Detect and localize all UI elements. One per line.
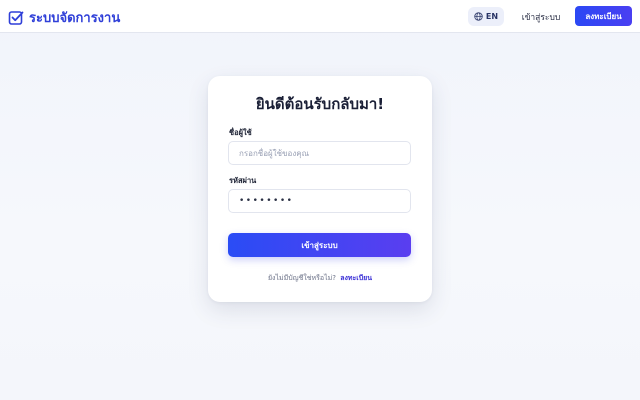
password-value: •••••••• — [239, 196, 294, 206]
page-title: ยินดีต้อนรับกลับมา! — [255, 95, 385, 113]
language-toggle-button[interactable]: EN — [468, 7, 504, 26]
signup-row: ยังไม่มีบัญชีใช่หรือไม่? ลงทะเบียน — [208, 273, 432, 284]
brand[interactable]: ระบบจัดการงาน — [8, 7, 120, 28]
password-label: รหัสผ่าน — [229, 176, 257, 185]
username-field[interactable]: กรอกชื่อผู้ใช้ของคุณ — [228, 141, 411, 165]
checkbox-icon — [8, 10, 24, 26]
globe-icon — [474, 12, 483, 21]
language-label: EN — [485, 12, 499, 21]
signup-link[interactable]: ลงทะเบียน — [340, 274, 372, 282]
top-navbar: ระบบจัดการงาน EN เข้าสู่ระบบ ลงทะเบียน — [0, 0, 640, 33]
username-placeholder: กรอกชื่อผู้ใช้ของคุณ — [239, 148, 309, 158]
password-field[interactable]: •••••••• — [228, 189, 411, 213]
brand-title: ระบบจัดการงาน — [29, 11, 121, 26]
login-submit-button[interactable]: เข้าสู่ระบบ — [228, 233, 411, 257]
login-nav-link[interactable]: เข้าสู่ระบบ — [513, 8, 569, 26]
login-card: ยินดีต้อนรับกลับมา! ชื่อผู้ใช้ กรอกชื่อผ… — [208, 76, 432, 302]
username-label: ชื่อผู้ใช้ — [229, 128, 252, 137]
register-button[interactable]: ลงทะเบียน — [575, 6, 632, 26]
signup-prompt: ยังไม่มีบัญชีใช่หรือไม่? — [267, 274, 336, 282]
